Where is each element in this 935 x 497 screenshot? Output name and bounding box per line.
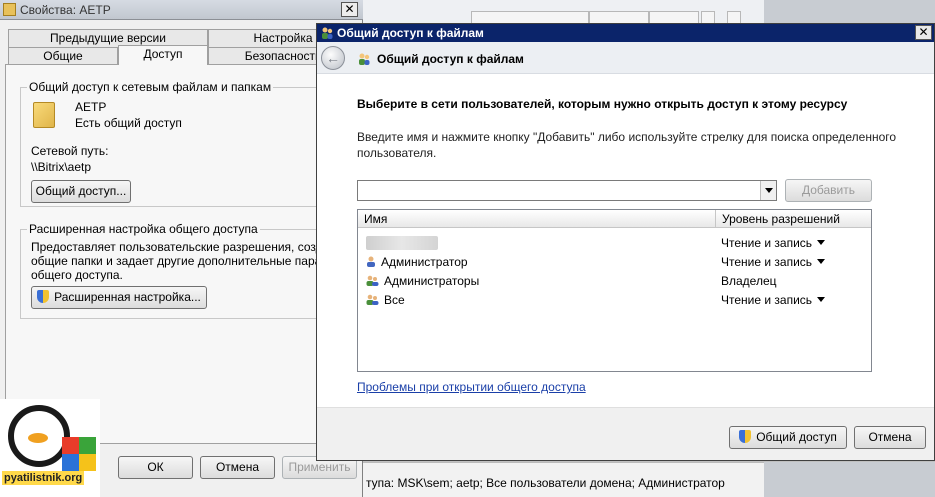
group-title: Расширенная настройка общего доступа bbox=[27, 222, 260, 236]
folder-icon bbox=[33, 102, 55, 128]
users-icon bbox=[322, 27, 333, 39]
group-icon bbox=[366, 275, 379, 286]
sharing-tab-panel: Общий доступ к сетевым файлам и папкам A… bbox=[5, 64, 363, 444]
network-share-group: Общий доступ к сетевым файлам и папкам A… bbox=[20, 80, 350, 207]
dialog-description: Введите имя и нажмите кнопку "Добавить" … bbox=[357, 130, 897, 160]
blurred-user-name bbox=[366, 236, 438, 250]
windows-flag-icon bbox=[62, 454, 96, 471]
advanced-sharing-group: Расширенная настройка общего доступа Пре… bbox=[20, 222, 350, 319]
group-title: Общий доступ к сетевым файлам и папкам bbox=[27, 80, 274, 94]
advanced-sharing-label: Расширенная настройка... bbox=[54, 290, 201, 304]
list-item[interactable]: Все Чтение и запись bbox=[358, 291, 871, 310]
permission-label: Чтение и запись bbox=[721, 236, 813, 250]
user-icon bbox=[367, 256, 375, 267]
dialog-navigation: ← Общий доступ к файлам bbox=[317, 42, 934, 74]
dialog-title: Общий доступ к файлам bbox=[337, 26, 484, 40]
list-header: Имя Уровень разрешений bbox=[358, 210, 871, 228]
share-status: Есть общий доступ bbox=[75, 116, 182, 130]
user-name: Администратор bbox=[381, 255, 468, 269]
ok-button[interactable]: ОК bbox=[118, 456, 193, 479]
column-header-permission[interactable]: Уровень разрешений bbox=[715, 210, 871, 228]
permission-menu[interactable]: Чтение и запись bbox=[721, 234, 826, 253]
permissions-list: Имя Уровень разрешений Чтение и запись А… bbox=[357, 209, 872, 372]
permission-label: Чтение и запись bbox=[721, 255, 813, 269]
background-status-text: тупа: MSK\sem; aetp; Все пользователи до… bbox=[366, 476, 725, 490]
network-path-label: Сетевой путь: bbox=[31, 144, 109, 158]
folder-name: AETP bbox=[75, 100, 107, 114]
chevron-down-icon bbox=[817, 297, 826, 302]
tab-general[interactable]: Общие bbox=[8, 47, 118, 65]
background-status-bar: тупа: MSK\sem; aetp; Все пользователи до… bbox=[360, 462, 764, 497]
shield-icon bbox=[37, 290, 50, 303]
permission-label: Чтение и запись bbox=[721, 293, 813, 307]
list-item[interactable]: Администратор Чтение и запись bbox=[358, 253, 871, 272]
user-name: Все bbox=[384, 293, 405, 307]
advanced-desc-line: Предоставляет пользовательские разрешени… bbox=[31, 240, 342, 254]
dialog-footer: Общий доступ Отмена bbox=[317, 407, 934, 460]
advanced-desc-line: общие папки и задает другие дополнительн… bbox=[31, 254, 342, 268]
user-name: Администраторы bbox=[384, 274, 480, 288]
sharing-problems-link[interactable]: Проблемы при открытии общего доступа bbox=[357, 380, 586, 394]
cancel-button[interactable]: Отмена bbox=[200, 456, 275, 479]
dialog-title-bar: Общий доступ к файлам ✕ bbox=[317, 24, 934, 42]
background-panel bbox=[764, 462, 935, 497]
permission-menu[interactable]: Чтение и запись bbox=[721, 253, 826, 272]
user-name-combobox[interactable] bbox=[357, 180, 777, 201]
share-confirm-label: Общий доступ bbox=[756, 430, 837, 444]
dialog-close-button[interactable]: ✕ bbox=[915, 25, 932, 40]
tab-sharing[interactable]: Доступ bbox=[118, 45, 208, 65]
dialog-heading: Выберите в сети пользователей, которым н… bbox=[357, 97, 848, 111]
add-button[interactable]: Добавить bbox=[785, 179, 872, 202]
permission-label: Владелец bbox=[721, 274, 777, 288]
file-sharing-dialog: Общий доступ к файлам ✕ ← Общий доступ к… bbox=[316, 23, 935, 461]
close-icon: ✕ bbox=[918, 25, 929, 39]
advanced-sharing-button[interactable]: Расширенная настройка... bbox=[31, 286, 207, 309]
advanced-desc-line: общего доступа. bbox=[31, 268, 123, 282]
share-button[interactable]: Общий доступ... bbox=[31, 180, 131, 203]
dialog-cancel-button[interactable]: Отмена bbox=[854, 426, 926, 449]
share-confirm-button[interactable]: Общий доступ bbox=[729, 426, 847, 449]
list-item[interactable]: Чтение и запись bbox=[358, 234, 871, 253]
nav-title: Общий доступ к файлам bbox=[377, 52, 524, 66]
chevron-down-icon bbox=[817, 259, 826, 264]
close-button[interactable]: ✕ bbox=[341, 2, 358, 17]
back-arrow-icon: ← bbox=[326, 50, 340, 66]
users-icon bbox=[359, 53, 370, 65]
site-logo: pyatilistnik.org bbox=[0, 399, 100, 497]
folder-icon bbox=[3, 3, 16, 16]
penguin-beak bbox=[28, 433, 48, 443]
properties-title: Свойства: AETP bbox=[20, 3, 111, 17]
back-button[interactable]: ← bbox=[321, 46, 345, 70]
dropdown-arrow-button[interactable] bbox=[760, 181, 776, 200]
properties-title-bar: Свойства: AETP ✕ bbox=[0, 0, 363, 20]
shield-icon bbox=[739, 430, 752, 443]
network-path-value: \\Bitrix\aetp bbox=[31, 160, 92, 174]
chevron-down-icon bbox=[817, 240, 826, 245]
logo-text: pyatilistnik.org bbox=[2, 471, 85, 485]
group-icon bbox=[366, 294, 379, 305]
close-icon: ✕ bbox=[344, 2, 355, 16]
column-header-name[interactable]: Имя bbox=[358, 210, 715, 228]
list-item[interactable]: Администраторы Владелец bbox=[358, 272, 871, 291]
permission-menu[interactable]: Чтение и запись bbox=[721, 291, 826, 310]
